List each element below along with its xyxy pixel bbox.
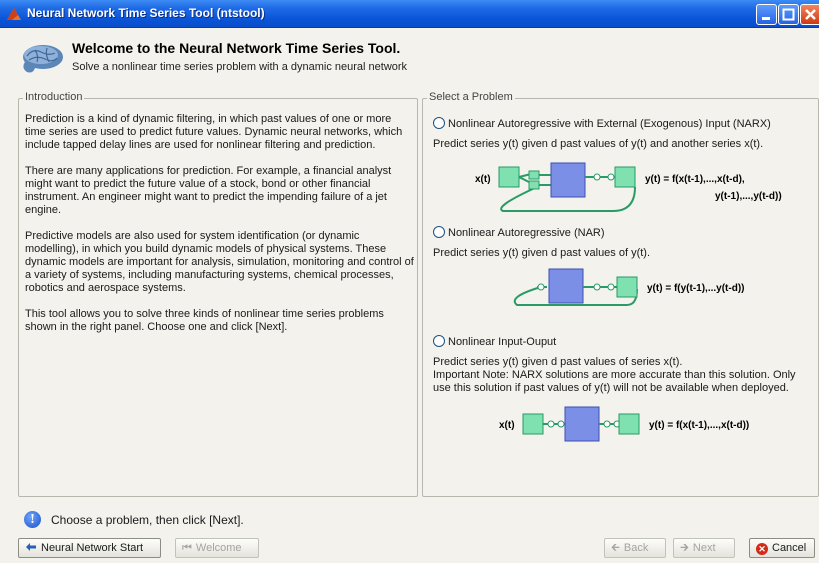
input-output-network-node [564,406,600,442]
select-problem-panel: Select a Problem Nonlinear Autoregressiv… [422,91,819,497]
page-header: Welcome to the Neural Network Time Serie… [0,28,819,84]
intro-paragraph: This tool allows you to solve three kind… [25,308,384,333]
narx-radio[interactable] [433,117,445,129]
nar-radio[interactable] [433,226,445,238]
narx-input-node [498,166,520,188]
narx-output-node [614,166,636,188]
narx-equation-2: y(t-1),...,y(t-d)) [715,191,782,202]
welcome-button-label: Welcome [195,542,242,554]
narx-label: Nonlinear Autoregressive with External (… [448,118,771,130]
nar-radio-option[interactable]: Nonlinear Autoregressive (NAR) [433,226,605,239]
input-output-input-label: x(t) [499,420,515,431]
cancel-button[interactable]: ✕ Cancel [749,538,815,558]
status-text: Choose a problem, then click [Next]. [51,513,244,527]
matlab-icon [7,8,21,20]
back-arrow-icon: 🡰 [611,542,620,554]
next-button[interactable]: 🡲 Next [673,538,735,558]
back-arrow-icon [26,543,36,551]
intro-paragraph: Prediction is a kind of dynamic filterin… [25,113,403,151]
nar-equation: y(t) = f(y(t-1),...y(t-d)) [647,283,745,294]
introduction-text: Prediction is a kind of dynamic filterin… [25,113,415,347]
cancel-icon: ✕ [756,543,768,555]
input-output-description: Predict series y(t) given d past values … [433,356,813,395]
next-button-label: Next [692,542,716,554]
next-arrow-icon: 🡲 [680,542,689,554]
info-icon: ! [24,511,41,528]
maximize-icon [782,8,795,21]
input-output-input-node [522,413,544,435]
maximize-button[interactable] [778,4,799,25]
nar-description: Predict series y(t) given d past values … [433,247,651,259]
narx-equation-1: y(t) = f(x(t-1),...,x(t-d), [645,174,745,185]
input-output-equation: y(t) = f(x(t-1),...,x(t-d)) [649,420,749,431]
close-icon [804,9,816,20]
intro-paragraph: There are many applications for predicti… [25,165,392,216]
first-page-icon: ⏮ [182,542,192,554]
minimize-icon [762,17,770,20]
input-output-label: Nonlinear Input-Ouput [448,336,557,348]
intro-paragraph: Predictive models are also used for syst… [25,230,414,294]
page-title: Welcome to the Neural Network Time Serie… [72,40,401,56]
narx-network-node [550,162,586,198]
input-output-radio[interactable] [433,335,445,347]
introduction-legend: Introduction [23,91,85,103]
start-button-label: Neural Network Start [41,542,144,554]
close-button[interactable] [800,4,819,25]
nar-output-node [616,276,638,298]
cancel-button-label: Cancel [772,542,807,554]
introduction-panel: Introduction Prediction is a kind of dyn… [18,91,418,497]
input-output-diagram: x(t) y(t) = f(x(t-1),...,x(t-d)) [499,406,749,442]
narx-description: Predict series y(t) given d past values … [433,138,764,150]
ntstool-window: Neural Network Time Series Tool (ntstool… [0,0,819,563]
title-bar[interactable]: Neural Network Time Series Tool (ntstool… [0,0,819,28]
input-output-radio-option[interactable]: Nonlinear Input-Ouput [433,335,556,348]
welcome-button[interactable]: ⏮ Welcome [175,538,259,558]
neural-network-start-button[interactable]: Neural Network Start [18,538,161,558]
narx-input-label: x(t) [475,174,491,185]
back-button[interactable]: 🡰 Back [604,538,666,558]
nar-label: Nonlinear Autoregressive (NAR) [448,227,605,239]
page-subtitle: Solve a nonlinear time series problem wi… [72,61,408,73]
narx-radio-option[interactable]: Nonlinear Autoregressive with External (… [433,117,771,130]
narx-diagram: x(t) y(t) = f(x(t-1),...,x(t-d), y(t-1),… [475,162,782,212]
minimize-button[interactable] [756,4,777,25]
back-button-label: Back [623,542,649,554]
brain-icon [23,45,63,73]
input-output-desc-line: Predict series y(t) given d past values … [433,356,683,368]
input-output-note: Important Note: NARX solutions are more … [433,369,796,394]
nar-network-node [548,268,584,304]
input-output-output-node [618,413,640,435]
nar-diagram: y(t) = f(y(t-1),...y(t-d)) [513,268,745,306]
window-title: Neural Network Time Series Tool (ntstool… [27,6,265,20]
select-problem-legend: Select a Problem [427,91,515,103]
